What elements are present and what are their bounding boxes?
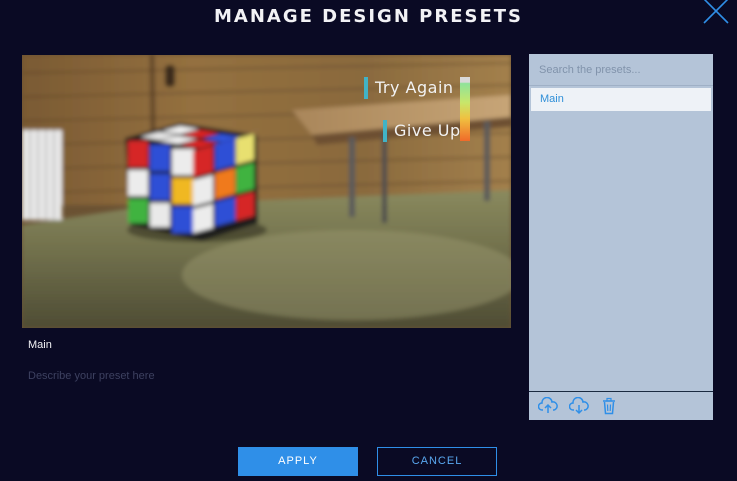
preset-list-item-main[interactable]: Main	[531, 88, 711, 111]
cloud-download-icon[interactable]	[568, 396, 589, 415]
trash-icon[interactable]	[599, 397, 619, 415]
preset-search-input[interactable]	[529, 54, 713, 86]
hud-give-up-label: Give Up	[383, 120, 462, 142]
dialog-title: MANAGE DESIGN PRESETS	[213, 6, 524, 27]
cloud-upload-icon[interactable]	[537, 396, 558, 415]
preset-panel-toolbar	[529, 391, 713, 420]
preset-name-label: Main	[28, 339, 52, 351]
preset-list-item-label: Main	[540, 93, 564, 105]
cancel-button[interactable]: CANCEL	[377, 447, 497, 476]
hud-meter-bar	[460, 77, 470, 141]
hud-try-again-label: Try Again	[364, 77, 461, 99]
manage-presets-dialog: MANAGE DESIGN PRESETS Try Again Give Up …	[0, 0, 737, 481]
preset-preview: Try Again Give Up	[22, 55, 511, 328]
presets-panel: Main	[529, 54, 713, 420]
apply-button[interactable]: APPLY	[238, 447, 358, 476]
close-icon[interactable]	[701, 0, 731, 26]
preset-description-input[interactable]	[26, 368, 510, 384]
preset-list: Main	[529, 88, 713, 111]
